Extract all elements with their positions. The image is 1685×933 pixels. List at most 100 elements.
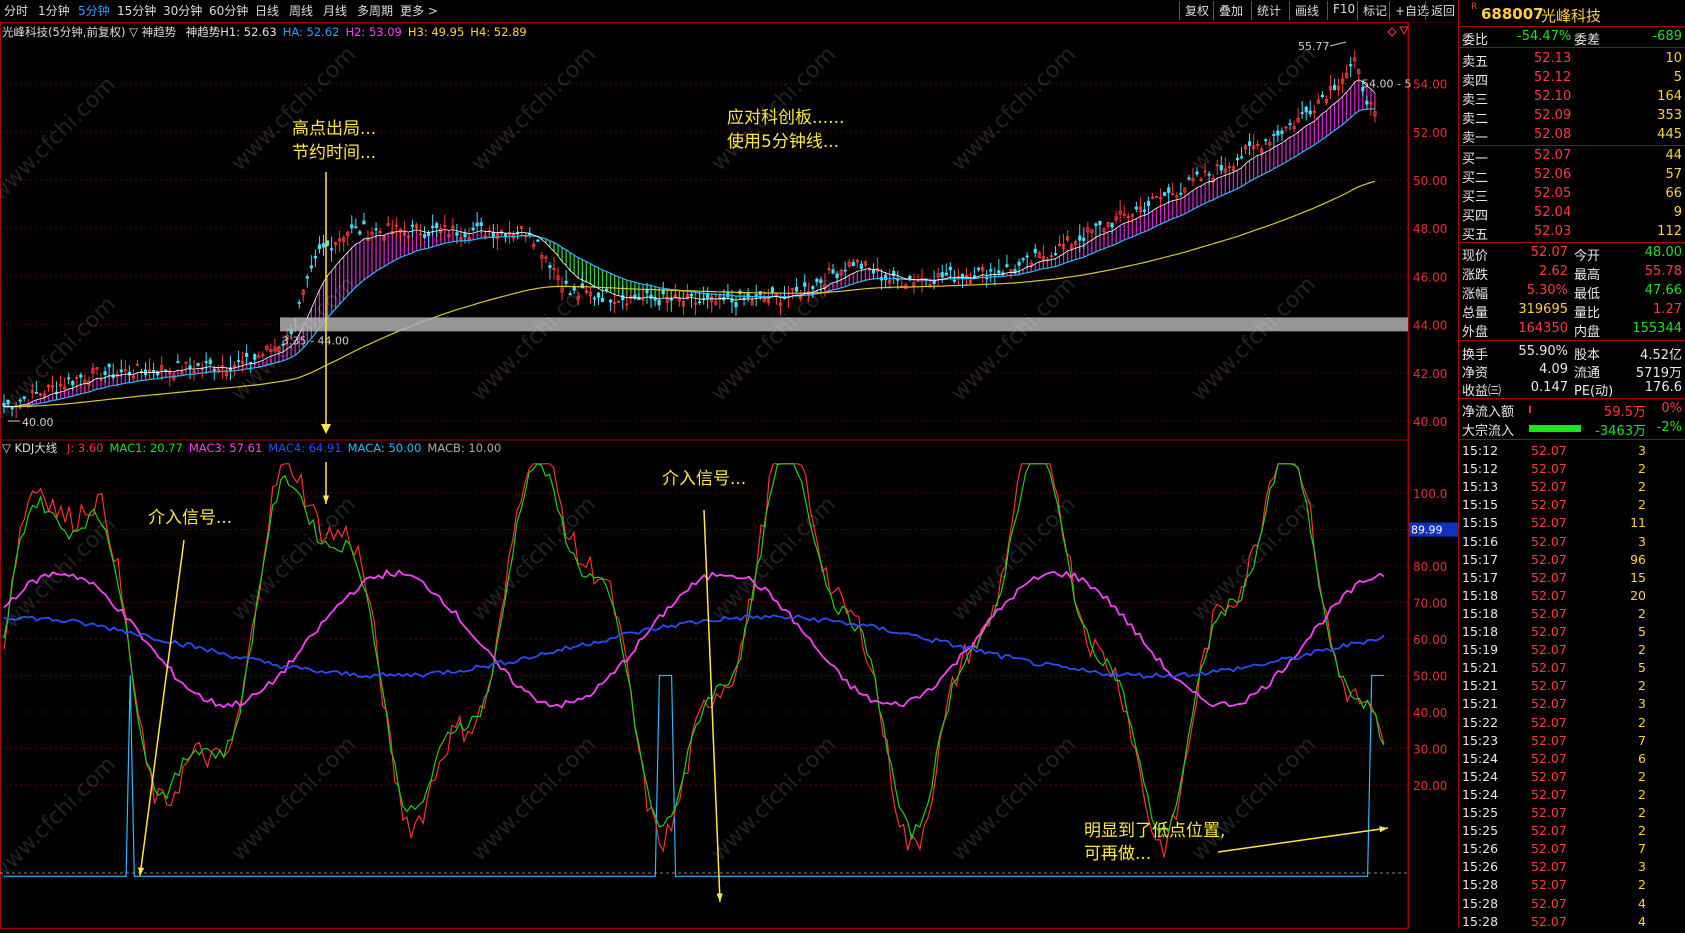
tick-volume: 2 [1638,497,1646,513]
candle-body [245,352,249,357]
tick-price: 52.07 [1531,642,1567,658]
candle-body [107,363,111,368]
stat-label: 总量 [1462,306,1489,321]
mac4-line [3,614,1385,680]
toolbar-button[interactable]: +自选 [1389,1,1429,20]
tick-row: 15:13 52.07 2 [1459,478,1685,496]
tick-time: 15:18 [1462,605,1499,621]
annotation-text: 高点出局... [292,119,377,139]
stat-value: 319695 [1518,302,1568,317]
period-tab[interactable]: 多周期 [357,2,393,19]
ask-row[interactable]: 卖四 52.12 5 [1459,69,1685,89]
stat-value: 0.147 [1530,380,1568,395]
candle-body [422,234,427,238]
stat-value: 164350 [1518,321,1568,336]
period-tab[interactable]: 30分钟 [163,2,202,19]
y-tick-label: 54.00 [1413,78,1447,92]
arrow-head [1379,826,1388,833]
candle-body [204,361,208,364]
tick-row: 15:19 52.07 2 [1459,641,1685,659]
legend-item: J: 3.60 [66,441,104,455]
stat-value: 55.90% [1518,344,1568,359]
toolbar-button[interactable]: 标记 [1357,1,1389,20]
candle-body [212,368,216,372]
y-tick-label: 50.00 [1413,174,1447,188]
period-tab[interactable]: 周线 [289,2,313,19]
candle-body [1025,255,1029,258]
bid-row[interactable]: 买一 52.07 44 [1459,147,1685,167]
ask-volume: 10 [1665,51,1682,66]
toolbar-button[interactable]: 画线 [1289,1,1327,20]
candle-body [435,223,439,229]
y-tick-label: 40.00 [1413,415,1447,429]
ask-row[interactable]: 卖一 52.08 445 [1459,126,1685,146]
period-tab[interactable]: 60分钟 [209,2,248,19]
flow-row: 净流入额 59.5万 0% [1459,400,1685,420]
tick-volume: 2 [1638,768,1646,784]
candle-body [103,371,107,375]
bid-row[interactable]: 买三 52.05 66 [1459,185,1685,205]
toolbar-button[interactable]: 复权 [1179,1,1213,20]
bid-row[interactable]: 买四 52.04 9 [1459,204,1685,224]
tick-row: 15:26 52.07 7 [1459,840,1685,858]
candle-body [734,302,738,308]
sub-chart-header: ▽ KDJ大线 J: 3.60 MAC1: 20.77 MAC3: 57.61 MAC… [2,440,501,456]
main-chart-title: 光峰科技(5分钟,前复权) [2,25,126,39]
bid-row[interactable]: 买二 52.06 57 [1459,166,1685,186]
tick-time: 15:22 [1462,714,1499,730]
tick-price: 52.07 [1531,877,1567,893]
candle-body [119,369,123,373]
period-tab[interactable]: 5分钟 [78,2,110,19]
period-tab[interactable]: 15分钟 [117,2,156,19]
toolbar-button[interactable]: 统计 [1251,1,1289,20]
watermark: www.cfchi.com [0,292,121,426]
tick-row: 15:23 52.07 7 [1459,732,1685,750]
candle-body [706,293,710,299]
ask-row[interactable]: 卖三 52.10 164 [1459,88,1685,108]
bid-row[interactable]: 买五 52.03 112 [1459,223,1685,243]
tick-volume: 2 [1638,877,1646,893]
candle-body [236,360,241,362]
stat-label: 外盘 [1462,325,1489,340]
candle-body [1195,171,1199,175]
sub-indicator-name[interactable]: ▽ KDJ大线 [2,441,57,455]
tick-price: 52.07 [1531,913,1567,929]
tick-time: 15:12 [1462,443,1499,458]
tick-volume: 4 [1638,895,1646,911]
bid-volume: 9 [1673,205,1682,220]
bid-volume: 112 [1657,224,1682,239]
stock-header[interactable]: R 688007 光峰科技 [1459,2,1685,25]
candle-body [536,239,540,242]
candle-body [176,361,180,363]
stat-label: 现价 [1462,249,1489,264]
toolbar-button[interactable]: 返回 [1425,1,1458,20]
tick-time: 15:17 [1462,551,1499,567]
tick-time: 15:28 [1462,877,1499,893]
candle-body [669,298,673,301]
ask-row[interactable]: 卖二 52.09 353 [1459,107,1685,127]
period-tab[interactable]: 更多 > [400,2,438,19]
tick-volume: 6 [1638,750,1646,766]
period-tab[interactable]: 分时 [4,2,28,19]
tick-row: 15:26 52.07 3 [1459,858,1685,876]
toolbar-button[interactable]: F10 [1327,1,1357,20]
candle-body [754,294,758,296]
ask-row[interactable]: 卖五 52.13 10 [1459,50,1685,70]
tick-price: 52.07 [1531,443,1567,458]
candle-body [1021,258,1025,261]
candle-body [896,278,900,281]
tick-time: 15:26 [1462,841,1499,857]
period-tab[interactable]: 日线 [255,2,279,19]
toolbar-button[interactable]: 叠加 [1213,1,1251,20]
main-indicator-name[interactable]: ▽ 神趋势 [129,25,176,39]
period-tab[interactable]: 月线 [323,2,347,19]
candle-body [317,244,322,250]
tick-time: 15:12 [1462,461,1499,477]
candle-body [321,243,326,248]
candle-body [305,276,309,279]
tick-volume: 3 [1638,533,1646,549]
tick-row: 15:21 52.07 2 [1459,677,1685,695]
candle-body [309,265,313,269]
ask-volume: 353 [1657,108,1682,123]
period-tab[interactable]: 1分钟 [38,2,70,19]
